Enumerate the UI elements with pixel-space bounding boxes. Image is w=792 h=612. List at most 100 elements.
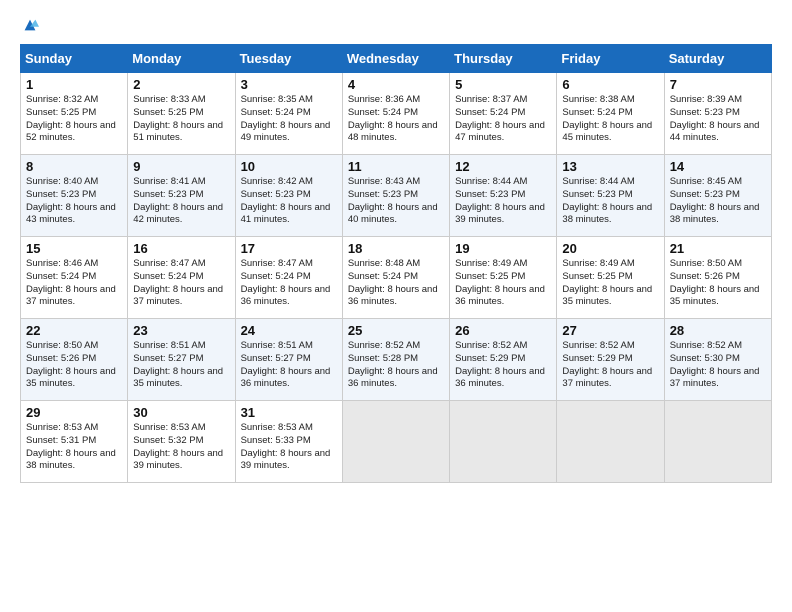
day-info: Sunrise: 8:40 AMSunset: 5:23 PMDaylight:… [26, 176, 123, 227]
day-number: 11 [348, 159, 445, 174]
calendar-cell: 30 Sunrise: 8:53 AMSunset: 5:32 PMDayligh… [128, 401, 235, 483]
day-info: Sunrise: 8:45 AMSunset: 5:23 PMDaylight:… [670, 176, 767, 227]
day-number: 2 [133, 77, 230, 92]
day-info: Sunrise: 8:38 AMSunset: 5:24 PMDaylight:… [562, 94, 659, 145]
day-info: Sunrise: 8:50 AMSunset: 5:26 PMDaylight:… [26, 340, 123, 391]
calendar-cell: 19 Sunrise: 8:49 AMSunset: 5:25 PMDayligh… [450, 237, 557, 319]
day-info: Sunrise: 8:36 AMSunset: 5:24 PMDaylight:… [348, 94, 445, 145]
calendar-cell: 20 Sunrise: 8:49 AMSunset: 5:25 PMDayligh… [557, 237, 664, 319]
calendar-col-saturday: Saturday [664, 45, 771, 73]
day-info: Sunrise: 8:50 AMSunset: 5:26 PMDaylight:… [670, 258, 767, 309]
calendar-cell: 29 Sunrise: 8:53 AMSunset: 5:31 PMDayligh… [21, 401, 128, 483]
day-number: 31 [241, 405, 338, 420]
calendar-cell: 21 Sunrise: 8:50 AMSunset: 5:26 PMDayligh… [664, 237, 771, 319]
day-number: 19 [455, 241, 552, 256]
calendar-col-wednesday: Wednesday [342, 45, 449, 73]
day-number: 6 [562, 77, 659, 92]
day-number: 9 [133, 159, 230, 174]
day-info: Sunrise: 8:39 AMSunset: 5:23 PMDaylight:… [670, 94, 767, 145]
day-number: 24 [241, 323, 338, 338]
day-number: 21 [670, 241, 767, 256]
day-info: Sunrise: 8:37 AMSunset: 5:24 PMDaylight:… [455, 94, 552, 145]
day-info: Sunrise: 8:42 AMSunset: 5:23 PMDaylight:… [241, 176, 338, 227]
day-info: Sunrise: 8:32 AMSunset: 5:25 PMDaylight:… [26, 94, 123, 145]
calendar-col-tuesday: Tuesday [235, 45, 342, 73]
day-info: Sunrise: 8:43 AMSunset: 5:23 PMDaylight:… [348, 176, 445, 227]
day-number: 7 [670, 77, 767, 92]
calendar-cell [557, 401, 664, 483]
day-number: 5 [455, 77, 552, 92]
calendar-cell: 3 Sunrise: 8:35 AMSunset: 5:24 PMDaylight… [235, 73, 342, 155]
calendar-cell [342, 401, 449, 483]
calendar-col-sunday: Sunday [21, 45, 128, 73]
calendar-cell: 16 Sunrise: 8:47 AMSunset: 5:24 PMDayligh… [128, 237, 235, 319]
calendar-cell: 18Sunrise: 8:48 AMSunset: 5:24 PMDayligh… [342, 237, 449, 319]
day-info: Sunrise: 8:51 AMSunset: 5:27 PMDaylight:… [133, 340, 230, 391]
calendar-week-row: 15 Sunrise: 8:46 AMSunset: 5:24 PMDayligh… [21, 237, 772, 319]
calendar-cell: 7 Sunrise: 8:39 AMSunset: 5:23 PMDaylight… [664, 73, 771, 155]
day-number: 20 [562, 241, 659, 256]
calendar-cell: 14Sunrise: 8:45 AMSunset: 5:23 PMDayligh… [664, 155, 771, 237]
calendar-cell: 22 Sunrise: 8:50 AMSunset: 5:26 PMDayligh… [21, 319, 128, 401]
calendar-cell: 4 Sunrise: 8:36 AMSunset: 5:24 PMDaylight… [342, 73, 449, 155]
calendar-cell: 10Sunrise: 8:42 AMSunset: 5:23 PMDayligh… [235, 155, 342, 237]
day-info: Sunrise: 8:53 AMSunset: 5:31 PMDaylight:… [26, 422, 123, 473]
calendar-week-row: 1Sunrise: 8:32 AMSunset: 5:25 PMDaylight… [21, 73, 772, 155]
calendar-cell: 15 Sunrise: 8:46 AMSunset: 5:24 PMDayligh… [21, 237, 128, 319]
page: SundayMondayTuesdayWednesdayThursdayFrid… [0, 0, 792, 495]
day-number: 26 [455, 323, 552, 338]
calendar-cell: 9 Sunrise: 8:41 AMSunset: 5:23 PMDaylight… [128, 155, 235, 237]
day-info: Sunrise: 8:48 AMSunset: 5:24 PMDaylight:… [348, 258, 445, 309]
calendar-col-monday: Monday [128, 45, 235, 73]
day-info: Sunrise: 8:53 AMSunset: 5:32 PMDaylight:… [133, 422, 230, 473]
day-info: Sunrise: 8:33 AMSunset: 5:25 PMDaylight:… [133, 94, 230, 145]
logo [20, 16, 39, 34]
day-number: 29 [26, 405, 123, 420]
day-info: Sunrise: 8:52 AMSunset: 5:28 PMDaylight:… [348, 340, 445, 391]
calendar-cell: 5 Sunrise: 8:37 AMSunset: 5:24 PMDaylight… [450, 73, 557, 155]
day-info: Sunrise: 8:41 AMSunset: 5:23 PMDaylight:… [133, 176, 230, 227]
day-number: 17 [241, 241, 338, 256]
day-info: Sunrise: 8:52 AMSunset: 5:29 PMDaylight:… [455, 340, 552, 391]
calendar-week-row: 22 Sunrise: 8:50 AMSunset: 5:26 PMDayligh… [21, 319, 772, 401]
logo-icon [21, 16, 39, 34]
day-info: Sunrise: 8:49 AMSunset: 5:25 PMDaylight:… [455, 258, 552, 309]
calendar-cell: 28 Sunrise: 8:52 AMSunset: 5:30 PMDayligh… [664, 319, 771, 401]
day-number: 15 [26, 241, 123, 256]
calendar-week-row: 29 Sunrise: 8:53 AMSunset: 5:31 PMDayligh… [21, 401, 772, 483]
day-number: 8 [26, 159, 123, 174]
calendar-cell: 27Sunrise: 8:52 AMSunset: 5:29 PMDayligh… [557, 319, 664, 401]
calendar-cell [664, 401, 771, 483]
day-info: Sunrise: 8:44 AMSunset: 5:23 PMDaylight:… [562, 176, 659, 227]
day-number: 23 [133, 323, 230, 338]
day-info: Sunrise: 8:46 AMSunset: 5:24 PMDaylight:… [26, 258, 123, 309]
day-number: 30 [133, 405, 230, 420]
day-info: Sunrise: 8:44 AMSunset: 5:23 PMDaylight:… [455, 176, 552, 227]
day-info: Sunrise: 8:53 AMSunset: 5:33 PMDaylight:… [241, 422, 338, 473]
calendar-cell: 25 Sunrise: 8:52 AMSunset: 5:28 PMDayligh… [342, 319, 449, 401]
header [20, 16, 772, 34]
day-number: 27 [562, 323, 659, 338]
day-number: 12 [455, 159, 552, 174]
calendar-cell: 13Sunrise: 8:44 AMSunset: 5:23 PMDayligh… [557, 155, 664, 237]
calendar-cell: 11 Sunrise: 8:43 AMSunset: 5:23 PMDayligh… [342, 155, 449, 237]
day-info: Sunrise: 8:52 AMSunset: 5:30 PMDaylight:… [670, 340, 767, 391]
calendar-cell [450, 401, 557, 483]
day-info: Sunrise: 8:49 AMSunset: 5:25 PMDaylight:… [562, 258, 659, 309]
day-info: Sunrise: 8:47 AMSunset: 5:24 PMDaylight:… [133, 258, 230, 309]
calendar-cell: 8 Sunrise: 8:40 AMSunset: 5:23 PMDaylight… [21, 155, 128, 237]
day-info: Sunrise: 8:51 AMSunset: 5:27 PMDaylight:… [241, 340, 338, 391]
calendar-cell: 24 Sunrise: 8:51 AMSunset: 5:27 PMDayligh… [235, 319, 342, 401]
day-number: 22 [26, 323, 123, 338]
day-number: 25 [348, 323, 445, 338]
calendar-week-row: 8 Sunrise: 8:40 AMSunset: 5:23 PMDaylight… [21, 155, 772, 237]
calendar-cell: 17Sunrise: 8:47 AMSunset: 5:24 PMDayligh… [235, 237, 342, 319]
calendar-cell: 12 Sunrise: 8:44 AMSunset: 5:23 PMDayligh… [450, 155, 557, 237]
day-number: 16 [133, 241, 230, 256]
day-number: 4 [348, 77, 445, 92]
calendar-col-friday: Friday [557, 45, 664, 73]
day-info: Sunrise: 8:35 AMSunset: 5:24 PMDaylight:… [241, 94, 338, 145]
day-number: 3 [241, 77, 338, 92]
day-number: 28 [670, 323, 767, 338]
calendar-cell: 23 Sunrise: 8:51 AMSunset: 5:27 PMDayligh… [128, 319, 235, 401]
